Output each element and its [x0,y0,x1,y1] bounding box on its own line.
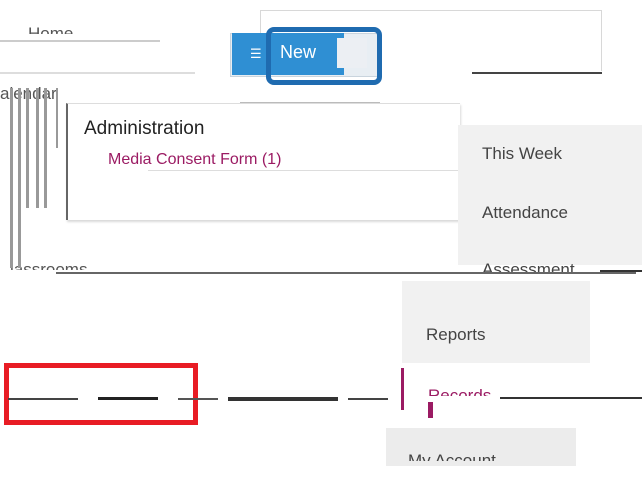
artifact-line [600,270,642,272]
menu-item-reports[interactable]: Reports [426,325,486,345]
artifact-scanline [8,397,388,401]
artifact-line [56,272,636,274]
reports-menu-bg [402,281,590,363]
records-marker [428,402,433,418]
vertical-artifact [18,88,21,268]
vertical-artifact [36,88,39,208]
menu-item-attendance[interactable]: Attendance [482,203,568,223]
menu-item-my-account[interactable]: My Account [408,449,496,461]
menu-item-this-week[interactable]: This Week [482,144,562,164]
artifact-line [500,397,642,399]
menu-item-assessment[interactable]: Assessment [482,258,575,272]
input-underline [472,72,602,74]
menu-item-records[interactable]: Records [428,384,491,396]
artifact-line [0,72,195,74]
divider [148,170,468,171]
new-button-label: New [280,42,317,62]
artifact-line [0,40,160,42]
red-highlight-box [4,363,198,425]
nav-home[interactable]: Home [28,22,73,34]
vertical-artifact [44,88,47,208]
media-consent-link[interactable]: Media Consent Form (1) [108,151,281,169]
administration-title: Administration [84,118,205,139]
new-button-group: ☰ New [230,27,382,85]
vertical-artifact [56,88,58,148]
vertical-artifact [10,88,13,268]
vertical-artifact [26,88,29,208]
compose-icon: ☰ [250,46,262,61]
records-active-indicator [401,368,404,410]
nav-classrooms[interactable]: lassrooms [10,258,87,270]
administration-card: Administration Media Consent Form (1) [66,103,468,220]
